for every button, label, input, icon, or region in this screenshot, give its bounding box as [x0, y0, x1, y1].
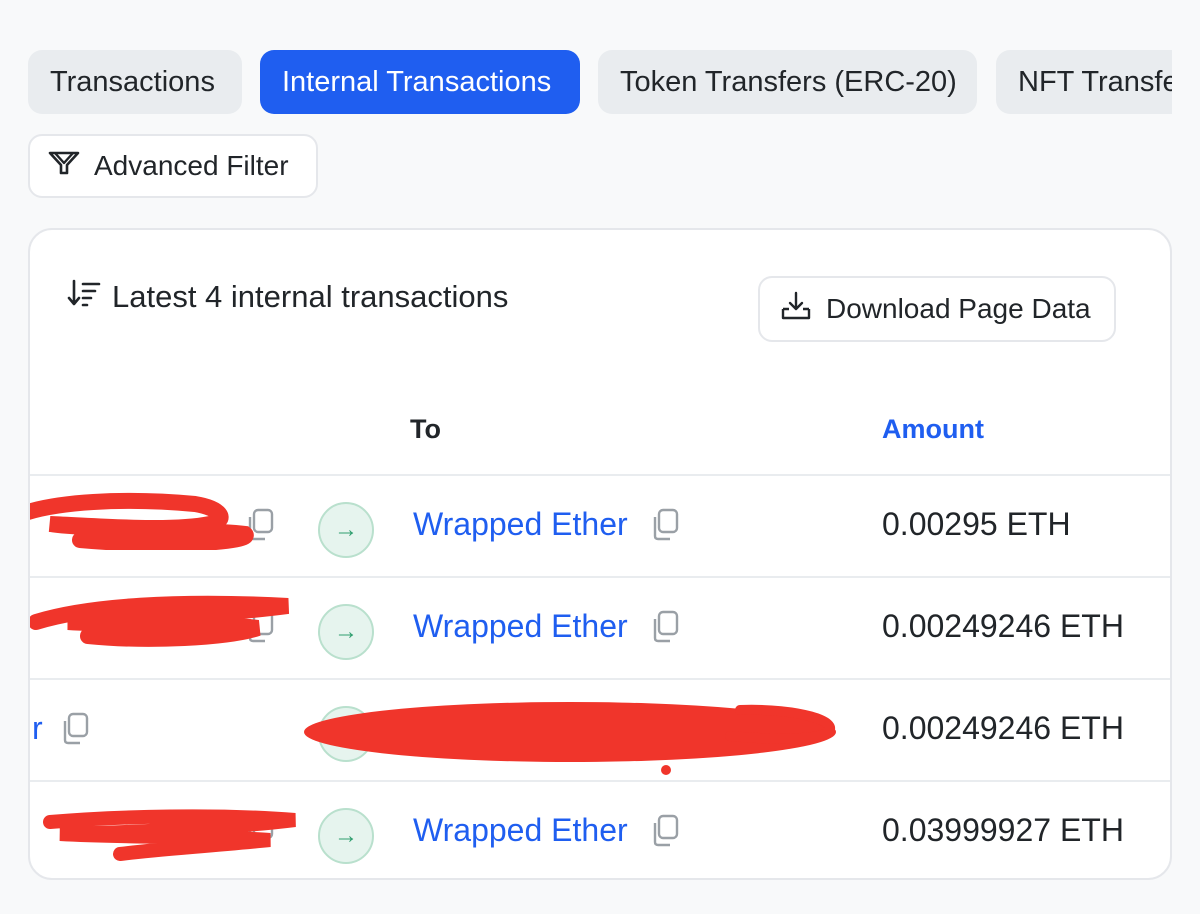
internal-transactions-card: Latest 4 internal transactions Download … — [28, 228, 1172, 880]
copy-icon[interactable] — [650, 508, 680, 542]
to-address-link[interactable]: Wrapped Ether — [413, 812, 628, 849]
from-address-link[interactable]: r — [32, 710, 43, 747]
column-header-to: To — [410, 414, 441, 444]
table-row: → Wrapped Ether 0.00249246 ETH — [30, 576, 1170, 678]
amount-value: 0.00295 ETH — [882, 506, 1071, 542]
redaction-mark — [304, 702, 836, 775]
amount-value: 0.00249246 ETH — [882, 608, 1124, 644]
tab-nft-transfers[interactable]: NFT Transfe — [996, 50, 1172, 114]
direction-arrow-icon: → — [318, 604, 374, 660]
copy-icon[interactable] — [245, 814, 275, 848]
tab-internal-transactions[interactable]: Internal Transactions — [260, 50, 580, 114]
download-label: Download Page Data — [826, 293, 1091, 324]
tab-transactions[interactable]: Transactions — [28, 50, 242, 114]
download-icon — [780, 290, 812, 329]
to-address-link[interactable]: Wrapped Ether — [413, 608, 628, 645]
card-header: Latest 4 internal transactions — [66, 278, 508, 316]
amount-value: 0.00249246 ETH — [882, 710, 1124, 746]
column-header-amount[interactable]: Amount — [882, 414, 984, 445]
filter-icon — [48, 150, 80, 183]
tab-bar: Transactions Internal Transactions Token… — [28, 50, 1172, 116]
direction-arrow-icon: → — [318, 502, 374, 558]
table-row: → Wrapped Ether 0.00295 ETH — [30, 474, 1170, 576]
advanced-filter-label: Advanced Filter — [94, 150, 289, 181]
to-address-link[interactable]: Wrapped Ether — [413, 506, 628, 543]
card-title: Latest 4 internal transactions — [112, 279, 509, 314]
tab-token-transfers[interactable]: Token Transfers (ERC-20) — [598, 50, 977, 114]
copy-icon[interactable] — [245, 610, 275, 644]
amount-value: 0.03999927 ETH — [882, 812, 1124, 848]
redaction-mark — [30, 492, 254, 550]
download-page-data-button[interactable]: Download Page Data — [758, 276, 1116, 342]
table-row: → Wrapped Ether 0.03999927 ETH — [30, 780, 1170, 878]
copy-icon[interactable] — [245, 508, 275, 542]
copy-icon[interactable] — [60, 712, 90, 746]
table-row: r → 0.00249246 ETH — [30, 678, 1170, 780]
direction-arrow-icon: → — [318, 706, 374, 762]
direction-arrow-icon: → — [318, 808, 374, 864]
sort-desc-icon — [66, 278, 102, 316]
copy-icon[interactable] — [650, 610, 680, 644]
advanced-filter-button[interactable]: Advanced Filter — [28, 134, 318, 198]
copy-icon[interactable] — [650, 814, 680, 848]
